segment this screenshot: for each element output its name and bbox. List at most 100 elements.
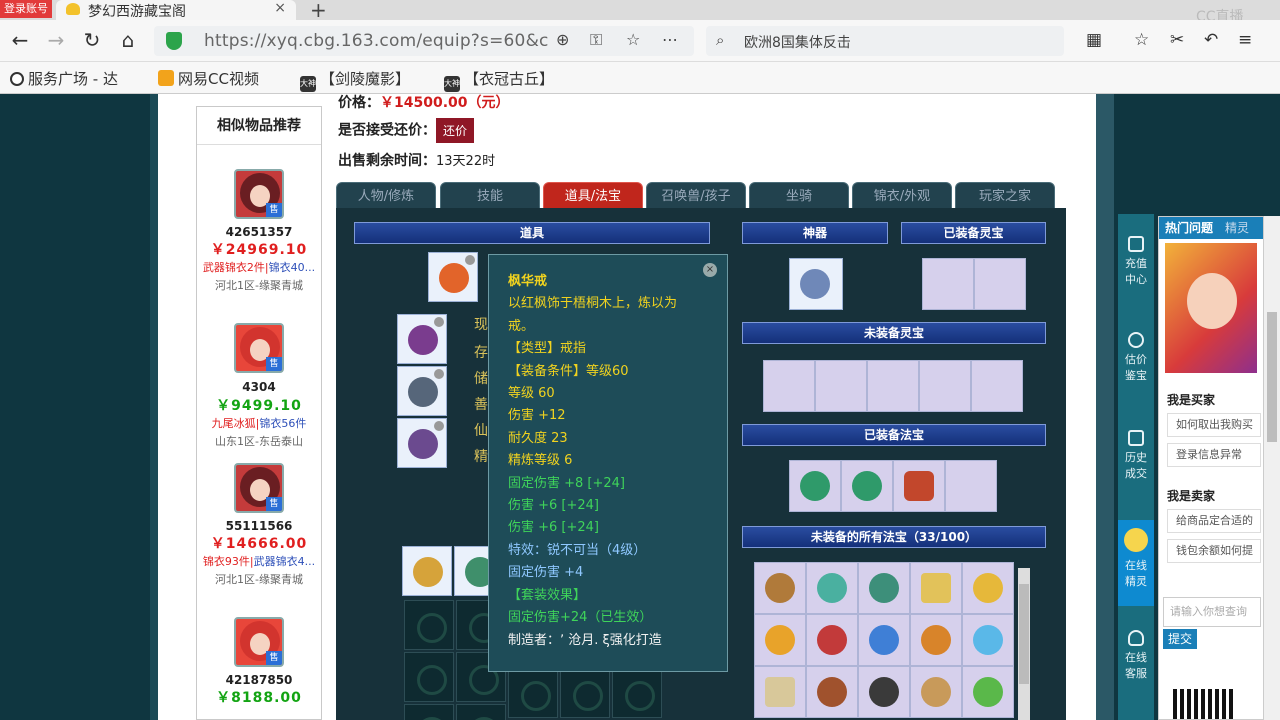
magic-item[interactable] [754, 562, 806, 614]
favorites-icon[interactable]: ☆ [1134, 30, 1149, 50]
undo-icon[interactable]: ↶ [1204, 30, 1218, 50]
cut-icon[interactable]: ✂ [1170, 30, 1184, 50]
artifact-slot[interactable] [789, 258, 843, 310]
recommend-item[interactable]: 售 55111566 ￥14666.00 锦衣93件|武器锦衣4... 河北1区… [197, 463, 321, 587]
storage-slot[interactable] [404, 704, 454, 720]
bookmark-jianling[interactable]: 大神 【剑陵魔影】 [300, 68, 410, 92]
recommend-item[interactable]: 售 42651357 ￥24969.10 武器锦衣2件|锦衣40... 河北1区… [197, 169, 321, 293]
magic-item[interactable] [858, 614, 910, 666]
magic-slot[interactable] [841, 460, 893, 512]
bargain-button[interactable]: 还价 [436, 118, 475, 143]
magic-item[interactable] [858, 666, 910, 718]
bookmark-yiguan[interactable]: 大神 【衣冠古丘】 [444, 68, 554, 92]
spirit-slot[interactable] [919, 360, 971, 412]
spirit-slot[interactable] [763, 360, 815, 412]
spirit-slot[interactable] [974, 258, 1026, 310]
tab-close-icon[interactable]: × [274, 0, 286, 16]
close-icon[interactable]: × [703, 263, 717, 277]
avatar[interactable]: 售 [234, 169, 284, 219]
address-bar[interactable]: https://xyq.cbg.163.com/equip?s=60&c ⊕ ⚿… [154, 26, 694, 56]
tab-hot-questions[interactable]: 热门问题 [1159, 217, 1219, 239]
magic-item[interactable] [806, 666, 858, 718]
item-tooltip: × 枫华戒 以红枫饰于梧桐木上，炼以为 戒。 【类型】戒指 【装备条件】等级60… [488, 254, 728, 672]
tab-skills[interactable]: 技能 [440, 182, 540, 210]
bookmark-service[interactable]: 服务广场 - 达 [10, 68, 118, 89]
recommend-item[interactable]: 售 42187850 ￥8188.00 [197, 617, 321, 707]
new-tab-button[interactable]: + [310, 0, 327, 22]
star-icon[interactable]: ☆ [626, 30, 640, 49]
help-submit-button[interactable]: 提交 [1163, 629, 1197, 649]
magic-item[interactable] [858, 562, 910, 614]
magic-item[interactable] [806, 562, 858, 614]
magic-item[interactable] [754, 614, 806, 666]
magic-item[interactable] [910, 614, 962, 666]
customer-service-button[interactable]: 在线 客服 [1118, 630, 1154, 682]
avatar[interactable]: 售 [234, 463, 284, 513]
tab-items[interactable]: 道具/法宝 [543, 182, 643, 210]
scroll-thumb[interactable] [1267, 312, 1277, 442]
magic-scrollbar[interactable] [1018, 568, 1030, 720]
more-icon[interactable]: ⋯ [662, 30, 678, 49]
storage-slot[interactable] [560, 668, 610, 718]
page-scrollbar[interactable] [1264, 216, 1280, 720]
browser-tab[interactable]: 梦幻西游藏宝阁 × [56, 0, 296, 20]
login-badge[interactable]: 登录账号 [0, 0, 52, 18]
help-query-input[interactable]: 请输入你想查询 [1163, 597, 1261, 627]
spirit-slot[interactable] [815, 360, 867, 412]
grid-icon[interactable]: ▦ [1086, 30, 1102, 50]
tab-title: 梦幻西游藏宝阁 [88, 4, 186, 20]
history-button[interactable]: 历史 成交 [1118, 430, 1154, 482]
avatar[interactable]: 售 [234, 323, 284, 373]
home-icon[interactable]: ⌂ [116, 28, 140, 52]
storage-slot[interactable] [612, 668, 662, 718]
equip-slot[interactable] [402, 546, 452, 596]
recharge-button[interactable]: 充值 中心 [1118, 236, 1154, 288]
magic-item[interactable] [910, 666, 962, 718]
appraise-button[interactable]: 估价 鉴宝 [1118, 332, 1154, 384]
ring-slot[interactable] [428, 252, 478, 302]
spirit-slot[interactable] [867, 360, 919, 412]
magic-item[interactable] [754, 666, 806, 718]
tab-sprite[interactable]: 精灵 [1219, 217, 1255, 239]
magic-slot[interactable] [945, 460, 997, 512]
equip-slot[interactable] [397, 366, 447, 416]
search-input[interactable]: 欧洲8国集体反击 [744, 32, 851, 52]
search-bar[interactable]: ⌕ 欧洲8国集体反击 [706, 26, 1064, 56]
online-sprite-button[interactable]: 在线 精灵 [1118, 520, 1154, 606]
zoom-icon[interactable]: ⊕ [556, 30, 569, 49]
storage-slot[interactable] [404, 600, 454, 650]
forward-icon[interactable]: → [44, 28, 68, 52]
recommend-item[interactable]: 售 4304 ￥9499.10 九尾冰狐|锦衣56件 山东1区-东岳泰山 [197, 323, 321, 449]
magic-item[interactable] [962, 666, 1014, 718]
tab-outfits[interactable]: 锦衣/外观 [852, 182, 952, 210]
menu-icon[interactable]: ≡ [1238, 30, 1252, 50]
spirit-slot[interactable] [922, 258, 974, 310]
seller-question[interactable]: 给商品定合适的 [1167, 509, 1261, 533]
key-icon[interactable]: ⚿ [590, 30, 602, 50]
storage-slot[interactable] [456, 704, 506, 720]
tab-pets[interactable]: 召唤兽/孩子 [646, 182, 746, 210]
tab-character[interactable]: 人物/修炼 [336, 182, 436, 210]
seller-question[interactable]: 钱包余额如何提 [1167, 539, 1261, 563]
back-icon[interactable]: ← [8, 28, 32, 52]
buyer-question[interactable]: 登录信息异常 [1167, 443, 1261, 467]
avatar[interactable]: 售 [234, 617, 284, 667]
magic-item[interactable] [962, 614, 1014, 666]
magic-slot[interactable] [893, 460, 945, 512]
magic-item[interactable] [806, 614, 858, 666]
reload-icon[interactable]: ↻ [80, 28, 104, 52]
storage-slot[interactable] [508, 668, 558, 718]
equip-slot[interactable] [397, 418, 447, 468]
favicon-icon [66, 3, 80, 15]
tab-home[interactable]: 玩家之家 [955, 182, 1055, 210]
spirit-slot[interactable] [971, 360, 1023, 412]
magic-slot[interactable] [789, 460, 841, 512]
scroll-thumb[interactable] [1019, 584, 1029, 684]
tab-mounts[interactable]: 坐骑 [749, 182, 849, 210]
magic-item[interactable] [962, 562, 1014, 614]
buyer-question[interactable]: 如何取出我购买 [1167, 413, 1261, 437]
storage-slot[interactable] [404, 652, 454, 702]
bookmark-cc[interactable]: 网易CC视频 [158, 68, 259, 89]
equip-slot[interactable] [397, 314, 447, 364]
magic-item[interactable] [910, 562, 962, 614]
